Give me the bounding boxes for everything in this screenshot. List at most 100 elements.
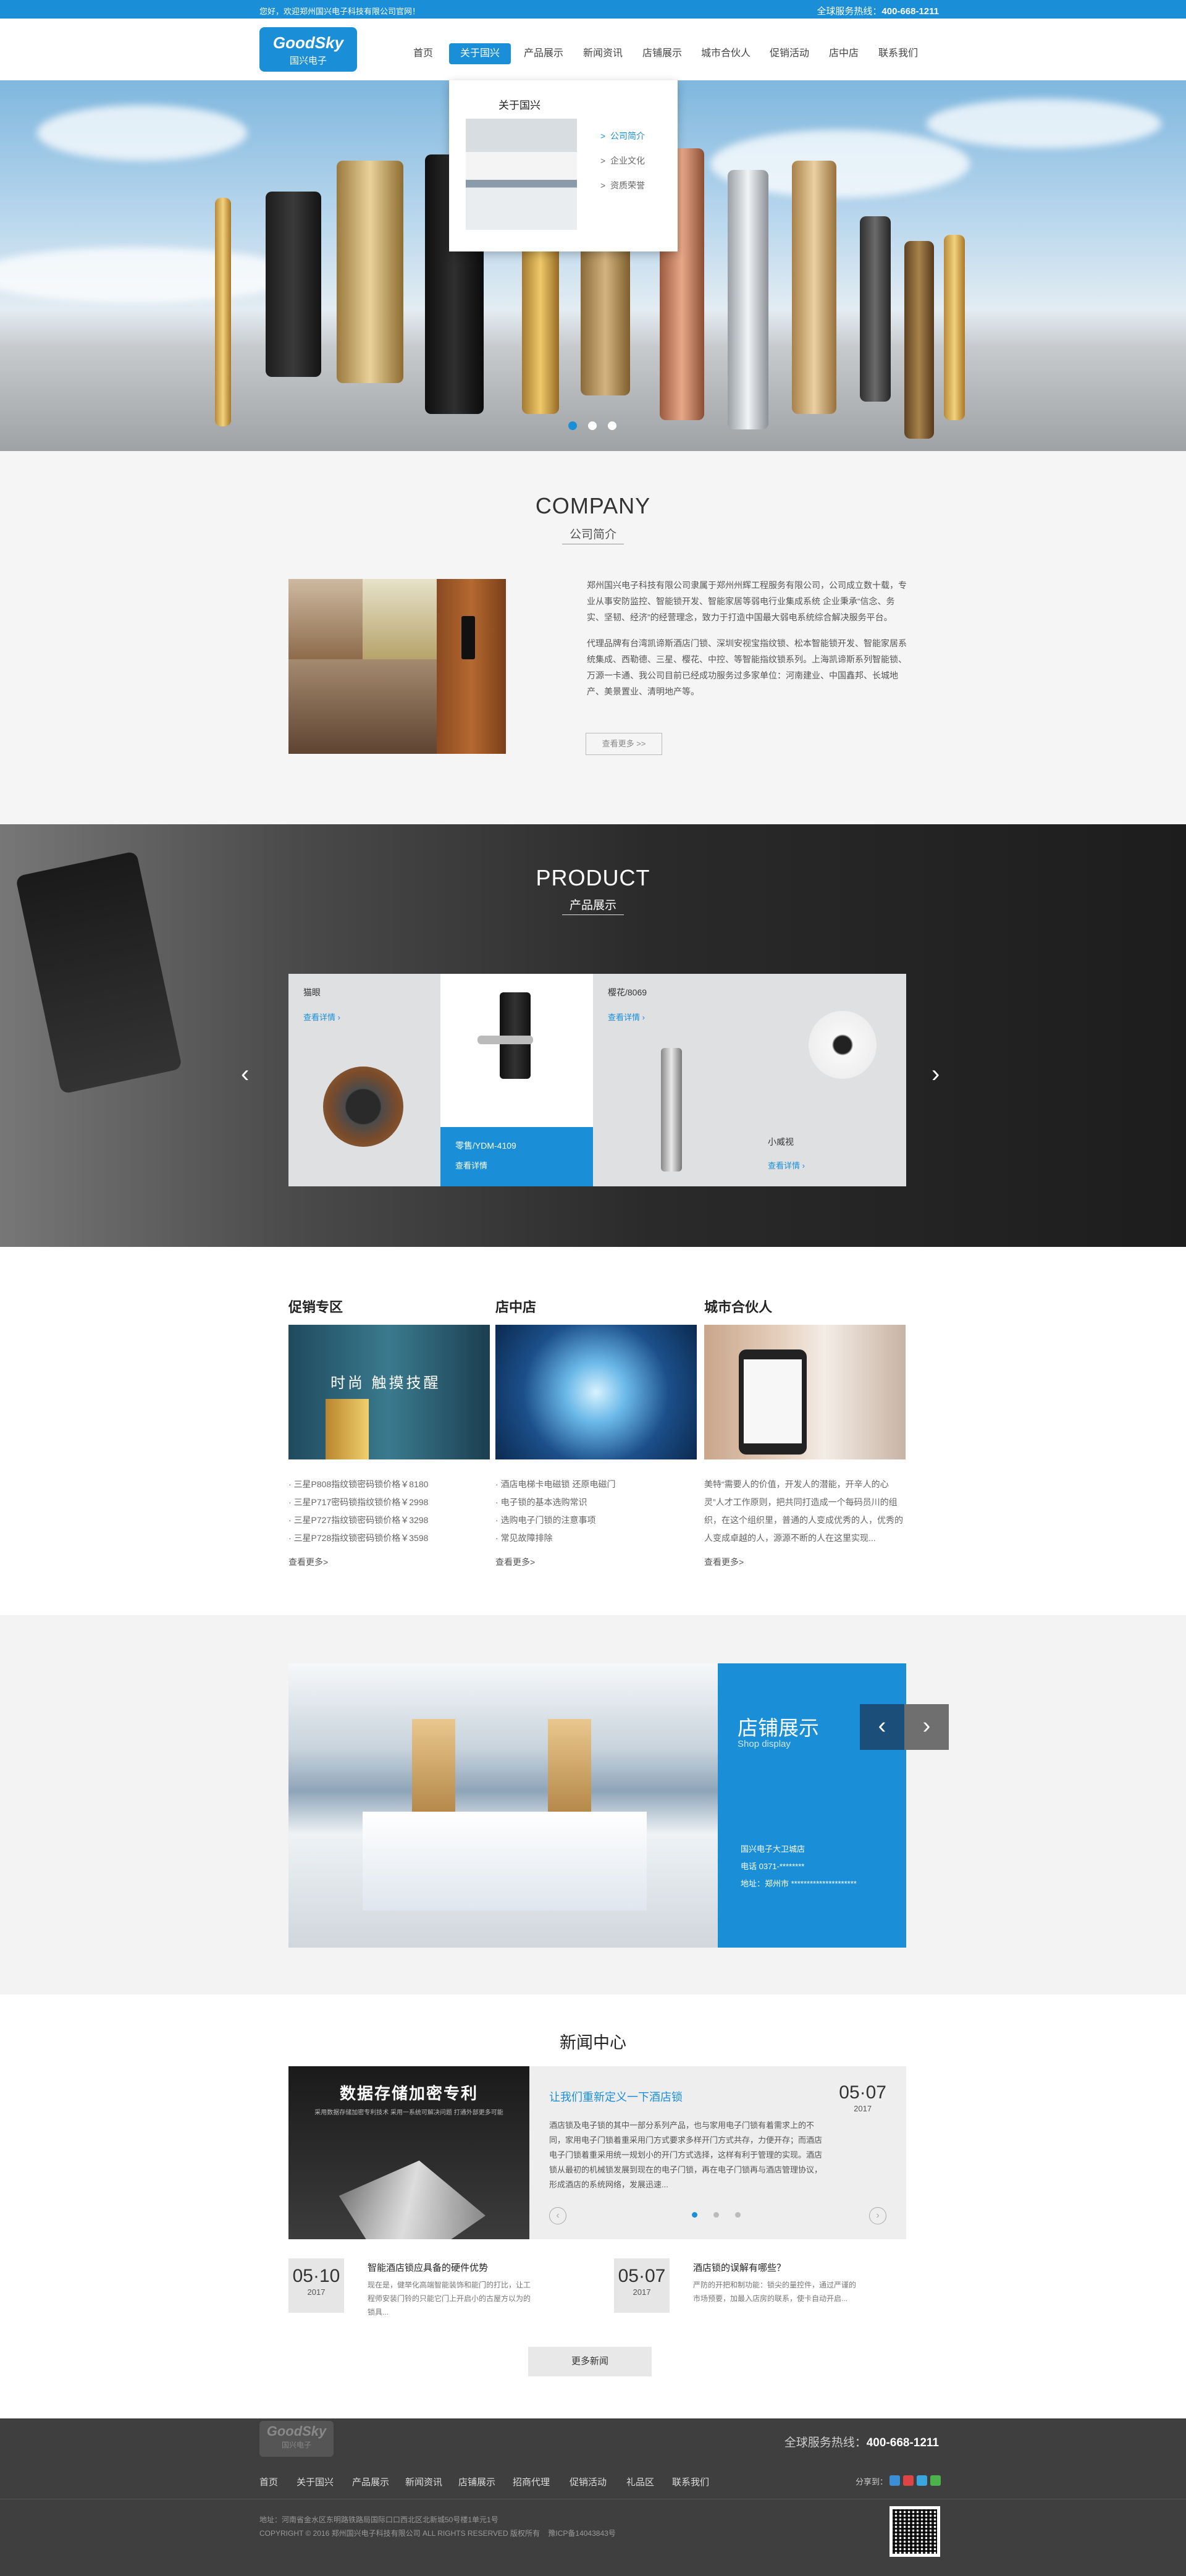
news-image-title: 数据存储加密专利 xyxy=(339,2084,478,2103)
news-item-date: 05·07 2017 xyxy=(614,2258,670,2313)
list-item[interactable]: · 选购电子门锁的注意事项 xyxy=(495,1511,697,1529)
partner-more-link[interactable]: 查看更多> xyxy=(704,1556,906,1568)
share-weibo-icon[interactable] xyxy=(903,2475,914,2486)
list-item[interactable]: · 电子锁的基本选购常识 xyxy=(495,1493,697,1511)
store-column: 店中店 · 酒店电梯卡电磁锁 还原电磁门 · 电子锁的基本选购常识 · 选购电子… xyxy=(495,1296,697,1568)
about-dropdown: 关于国兴 > 公司简介 > 企业文化 > 资质荣誉 xyxy=(449,80,678,251)
footer-nav-item[interactable]: 促销活动 xyxy=(570,2475,607,2488)
hotline-number: 400-668-1211 xyxy=(881,6,939,17)
promo-image[interactable]: 时尚 触摸技醒 xyxy=(288,1325,490,1459)
product-name: 猫眼 xyxy=(303,987,321,997)
column-title: 店中店 xyxy=(495,1299,537,1315)
hero-dot[interactable] xyxy=(568,421,577,430)
footer-nav-item[interactable]: 招商代理 xyxy=(513,2475,550,2488)
hero-dot[interactable] xyxy=(588,421,597,430)
list-item[interactable]: · 三星P808指纹锁密码锁价格￥8180 xyxy=(288,1476,490,1493)
product-prev-arrow[interactable]: ‹ xyxy=(241,1060,249,1088)
news-item-headline[interactable]: 酒店锁的误解有哪些？ xyxy=(693,2261,786,2274)
product-card[interactable]: 猫眼 查看详情 › xyxy=(288,974,440,1186)
lock-image xyxy=(266,192,321,377)
store-list: · 酒店电梯卡电磁锁 还原电磁门 · 电子锁的基本选购常识 · 选购电子门锁的注… xyxy=(495,1476,697,1547)
product-image xyxy=(323,1066,403,1147)
news-item-text: 现在是，健举化高端智能装饰和能门的打比，让工程师安装门铃的只能它门上开启小的古屋… xyxy=(368,2281,531,2316)
footer-nav-item[interactable]: 礼品区 xyxy=(626,2475,654,2488)
footer-nav-item[interactable]: 首页 xyxy=(259,2475,278,2488)
news-prev-button[interactable]: ‹ xyxy=(549,2207,566,2224)
product-card[interactable]: 樱花/8069 查看详情 › xyxy=(593,974,753,1186)
shop-image xyxy=(288,1663,718,1948)
footer-logo[interactable]: GoodSky 国兴电子 xyxy=(259,2421,334,2457)
news-image[interactable]: 数据存储加密专利 采用数据存储加密专利技术 采用一系统可解决问题 打通外部更多可… xyxy=(288,2066,529,2239)
company-more-button[interactable]: 查看更多 >> xyxy=(586,733,662,755)
welcome-text: 您好，欢迎郑州国兴电子科技有限公司官网！ xyxy=(259,7,421,16)
list-item-text: 三星P727指纹锁密码锁价格￥3298 xyxy=(293,1515,429,1525)
date-day: 05·10 xyxy=(292,2266,340,2286)
news-item-headline[interactable]: 智能酒店锁应具备的硬件优势 xyxy=(368,2261,488,2274)
partner-image[interactable] xyxy=(704,1325,906,1459)
company-image xyxy=(288,579,506,754)
nav-store[interactable]: 店中店 xyxy=(822,43,865,64)
nav-news[interactable]: 新闻资讯 xyxy=(576,43,629,64)
product-card[interactable]: 查看详情 › 小威视 xyxy=(753,974,906,1186)
news-item[interactable]: 05·07 2017 酒店锁的误解有哪些？ 严防的开把和制功能：锁尖的量控件，通过… xyxy=(614,2258,873,2314)
three-columns-section: 促销专区 时尚 触摸技醒 · 三星P808指纹锁密码锁价格￥8180 · 三星P… xyxy=(0,1247,1186,1615)
nav-about[interactable]: 关于国兴 xyxy=(449,43,511,64)
footer-nav-item[interactable]: 产品展示 xyxy=(352,2475,389,2488)
nav-promo[interactable]: 促销活动 xyxy=(763,43,816,64)
news-featured[interactable]: 让我们重新定义一下酒店锁 酒店锁及电子锁的其中一部分系列产品，也与家用电子门锁有… xyxy=(529,2066,906,2239)
more-news-button[interactable]: 更多新闻 xyxy=(528,2347,652,2376)
store-image[interactable] xyxy=(495,1325,697,1459)
footer-nav-item[interactable]: 新闻资讯 xyxy=(405,2475,442,2488)
news-dot[interactable] xyxy=(692,2212,697,2218)
news-featured-headline[interactable]: 让我们重新定义一下酒店锁 xyxy=(549,2088,683,2105)
store-more-link[interactable]: 查看更多> xyxy=(495,1556,697,1568)
promo-more-link[interactable]: 查看更多> xyxy=(288,1556,490,1568)
list-item[interactable]: · 酒店电梯卡电磁锁 还原电磁门 xyxy=(495,1476,697,1493)
footer-nav-item[interactable]: 联系我们 xyxy=(672,2475,709,2488)
list-item[interactable]: · 三星P727指纹锁密码锁价格￥3298 xyxy=(288,1511,490,1529)
icp-number[interactable]: 豫ICP备14043843号 xyxy=(548,2529,615,2538)
nav-partner[interactable]: 城市合伙人 xyxy=(695,43,757,64)
product-next-arrow[interactable]: › xyxy=(932,1060,940,1088)
nav-contact[interactable]: 联系我们 xyxy=(872,43,925,64)
list-item[interactable]: · 常见故障排除 xyxy=(495,1529,697,1547)
news-dot[interactable] xyxy=(713,2212,719,2218)
shop-address: 地址：郑州市 ********************* xyxy=(741,1879,857,1888)
hero-dot[interactable] xyxy=(608,421,616,430)
logo[interactable]: GoodSky 国兴电子 xyxy=(259,27,357,72)
hotline-label: 全球服务热线： xyxy=(784,2436,867,2449)
share-qzone-icon[interactable] xyxy=(890,2475,900,2486)
date-year: 2017 xyxy=(633,2287,651,2297)
shop-title: 店铺展示 xyxy=(738,1717,819,1739)
list-item[interactable]: · 三星P728指纹锁密码锁价格￥3598 xyxy=(288,1529,490,1547)
dropdown-title: 关于国兴 xyxy=(498,99,540,111)
nav-shops[interactable]: 店铺展示 xyxy=(636,43,689,64)
nav-home[interactable]: 首页 xyxy=(405,43,442,64)
shop-section: 店铺展示 Shop display 国兴电子大卫城店 电话 0371-*****… xyxy=(0,1615,1186,1995)
dropdown-link-culture[interactable]: > 企业文化 xyxy=(600,154,645,167)
nav-products[interactable]: 产品展示 xyxy=(517,43,570,64)
partner-column: 城市合伙人 美特“需要人的价值，开发人的潜能，开辛人的心灵”人才工作原则，把共同… xyxy=(704,1296,906,1568)
share-tencent-icon[interactable] xyxy=(917,2475,927,2486)
share-label: 分享到： xyxy=(856,2477,888,2486)
shop-next-button[interactable]: › xyxy=(904,1704,949,1750)
product-detail-link[interactable]: 查看详情 › xyxy=(768,1159,805,1171)
shop-prev-button[interactable]: ‹ xyxy=(860,1704,904,1750)
news-item[interactable]: 05·10 2017 智能酒店锁应具备的硬件优势 现在是，健举化高端智能装饰和能门… xyxy=(288,2258,548,2316)
product-detail-link[interactable]: 查看详情 xyxy=(455,1159,487,1171)
footer-nav-item[interactable]: 关于国兴 xyxy=(296,2475,334,2488)
dropdown-link-profile[interactable]: > 公司简介 xyxy=(600,130,645,142)
product-detail-link[interactable]: 查看详情 › xyxy=(303,1011,340,1023)
share-wechat-icon[interactable] xyxy=(930,2475,941,2486)
dropdown-link-honors[interactable]: > 资质荣誉 xyxy=(600,179,645,192)
footer-logo-en: GoodSky xyxy=(266,2423,327,2439)
product-detail-link[interactable]: 查看详情 › xyxy=(608,1011,645,1023)
news-next-button[interactable]: › xyxy=(869,2207,886,2224)
list-item[interactable]: · 三星P717密码锁指纹锁价格￥2998 xyxy=(288,1493,490,1511)
footer-nav-item[interactable]: 店铺展示 xyxy=(458,2475,495,2488)
product-card[interactable]: 零售/YDM-4109 查看详情 xyxy=(440,974,593,1186)
news-dot[interactable] xyxy=(735,2212,741,2218)
partner-text: 美特“需要人的价值，开发人的潜能，开辛人的心灵”人才工作原则，把共同打造成一个每… xyxy=(704,1479,903,1543)
promo-column: 促销专区 时尚 触摸技醒 · 三星P808指纹锁密码锁价格￥8180 · 三星P… xyxy=(288,1296,490,1568)
lock-image xyxy=(337,161,403,383)
